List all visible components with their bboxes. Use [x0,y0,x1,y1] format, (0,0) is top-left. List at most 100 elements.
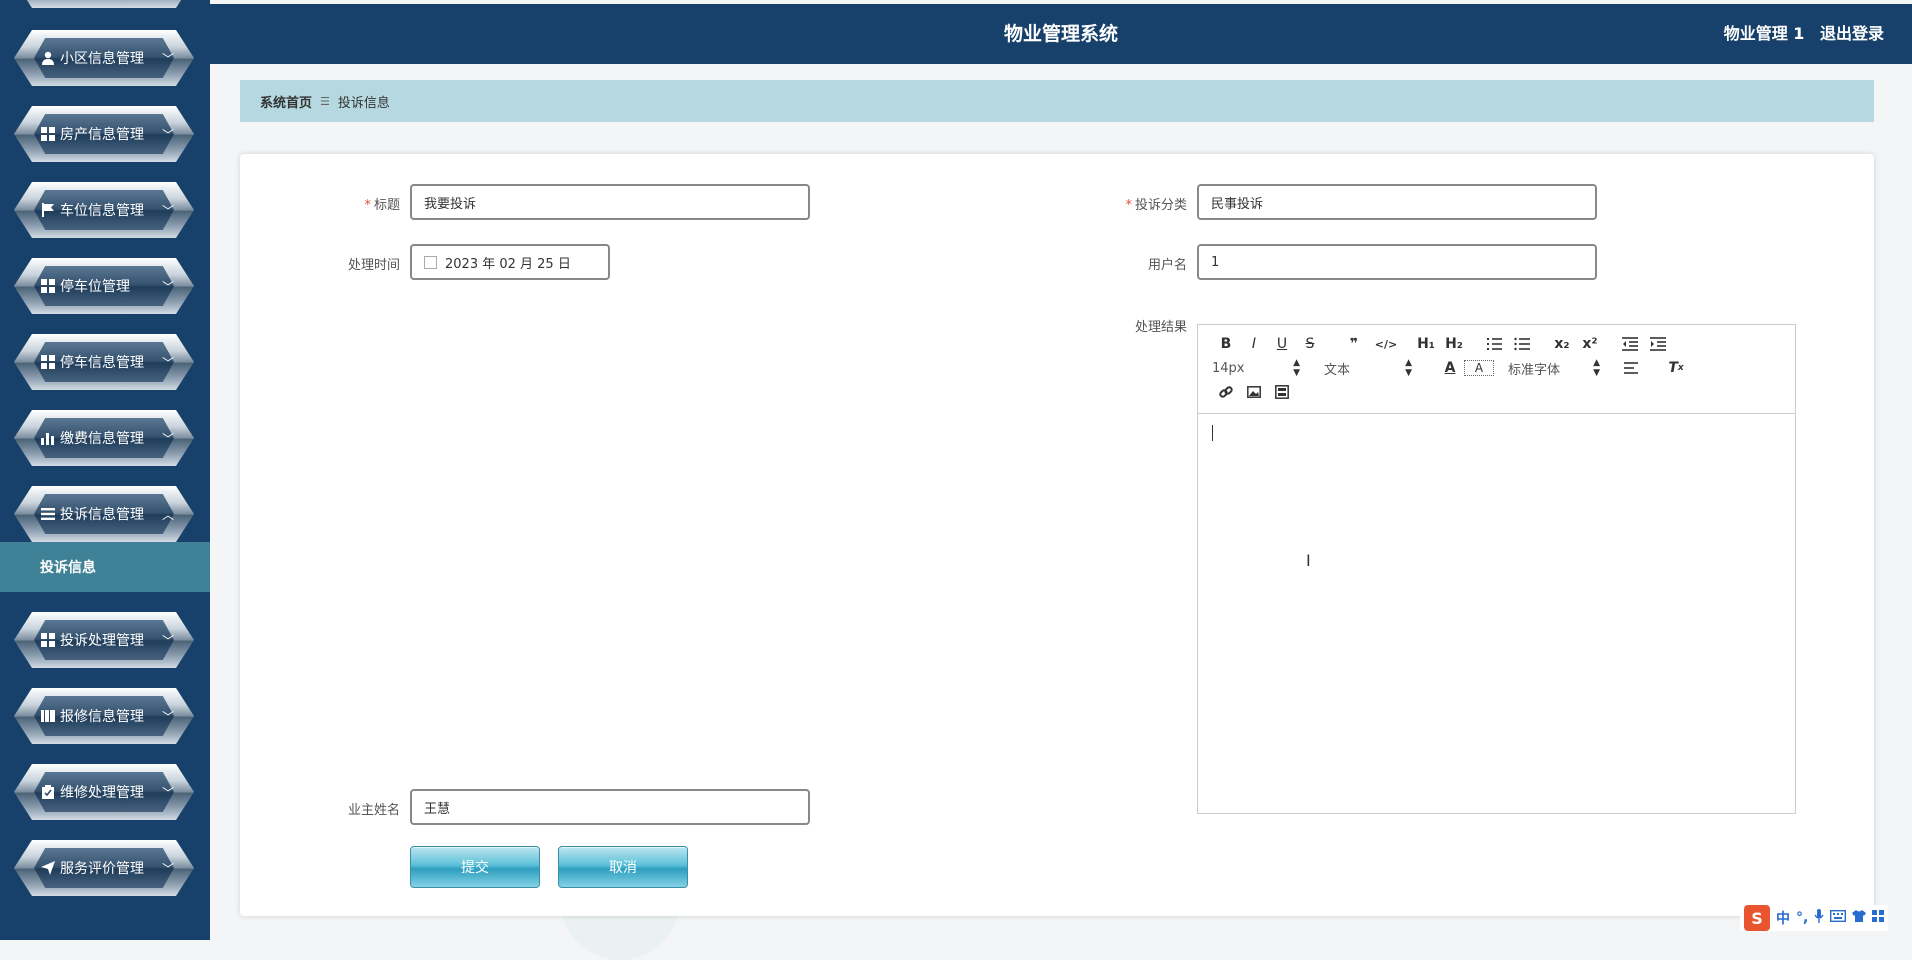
sidebar-item-5[interactable]: 缴费信息管理 ﹀ [14,410,194,466]
sidebar-item-label: 服务评价管理 [60,861,144,877]
subscript-icon[interactable]: x₂ [1548,333,1576,355]
chevron-icon: ﹀ [161,279,174,294]
superscript-icon[interactable]: x² [1576,333,1604,355]
font-family-value: 标准字体 [1508,362,1561,378]
keyboard-icon[interactable] [1830,909,1847,926]
microphone-icon[interactable] [1814,909,1824,927]
h2-icon[interactable]: H₂ [1440,333,1468,355]
image-icon[interactable] [1240,381,1268,403]
cancel-button[interactable]: 取消 [558,846,688,888]
menu-row: 停车信息管理 ﹀ [40,334,174,390]
ime-punct[interactable]: °, [1796,910,1808,926]
title-label: * 标题 [364,198,400,213]
sidebar-item-2[interactable]: 车位信息管理 ﹀ [14,182,194,238]
bar-chart-icon [40,430,56,446]
form-panel: * 标题 我要投诉 * 投诉分类 民事投诉 处理时间 2023 年 02 月 25 … [240,154,1874,916]
username-label: 物业管理 1 [1723,24,1805,43]
block-type-value: 文本 [1324,362,1351,378]
send-icon [40,860,56,876]
menu-row: 报修信息管理 ﹀ [40,688,174,744]
sidebar-item-6[interactable]: 投诉信息管理 ︿ [14,486,194,542]
indent-icon[interactable] [1644,333,1672,355]
submit-button[interactable]: 提交 [410,846,540,888]
h1-icon[interactable]: H₁ [1412,333,1440,355]
code-icon[interactable]: </> [1372,333,1400,355]
sogou-logo-icon[interactable]: S [1744,905,1770,931]
logout-link[interactable]: 退出登录 [1820,24,1884,43]
toolbar-row-2: 14px ▲ ▼ 文本 ▲ ▼ A A 标准字体 ▲ ▼ Tx [1212,357,1690,379]
breadcrumb: 系统首页 ☰ 投诉信息 [240,80,1874,122]
shirt-icon[interactable] [1852,910,1867,926]
select-arrow-icon: ▲ ▼ [1405,358,1412,378]
select-arrow-icon: ▲ ▼ [1593,358,1600,378]
menu-row: 投诉处理管理 ﹀ [40,612,174,668]
sidebar-item-partial [14,0,194,8]
block-type-select[interactable]: 文本 ▲ ▼ [1324,358,1412,378]
font-size-value: 14px [1212,360,1245,376]
sidebar-item-9[interactable]: 维修处理管理 ﹀ [14,764,194,820]
ime-mode[interactable]: 中 [1776,908,1790,928]
ordered-list-icon[interactable] [1480,333,1508,355]
bold-icon[interactable]: B [1212,333,1240,355]
italic-icon[interactable]: I [1240,333,1268,355]
editor-toolbar: B I U S ❞ </> H₁ H₂ x₂ x² 14px ▲ ▼ 文本 ▲ … [1198,325,1795,414]
owner-input-value: 王慧 [424,801,451,817]
sidebar-item-label: 停车信息管理 [60,355,144,371]
clear-format-icon[interactable]: Tx [1662,357,1690,379]
chevron-icon: ﹀ [161,51,174,66]
sidebar-item-4[interactable]: 停车信息管理 ﹀ [14,334,194,390]
sidebar-item-label: 投诉信息管理 [60,507,144,523]
menu-icon: ☰ [320,94,330,108]
flag-icon [40,202,56,218]
chevron-icon: ﹀ [161,127,174,142]
bullet-list-icon[interactable] [1508,333,1536,355]
sidebar-item-label: 维修处理管理 [60,785,144,801]
sidebar-item-3[interactable]: 停车位管理 ﹀ [14,258,194,314]
link-icon[interactable] [1212,381,1240,403]
chevron-icon: ﹀ [161,431,174,446]
underline-icon[interactable]: U [1268,333,1296,355]
book-icon [40,708,56,724]
title-input-value: 我要投诉 [424,196,477,212]
sidebar-item-label: 小区信息管理 [60,51,144,67]
clipboard-icon [40,784,56,800]
highlight-icon[interactable]: A [1464,360,1494,376]
category-input[interactable]: 民事投诉 [1197,184,1597,220]
video-icon[interactable] [1268,381,1296,403]
align-icon[interactable] [1618,357,1646,379]
title-input[interactable]: 我要投诉 [410,184,810,220]
grid-icon [40,632,56,648]
chevron-icon: ︿ [161,507,174,522]
strike-icon[interactable]: S [1296,333,1324,355]
font-color-icon[interactable]: A [1436,357,1464,379]
editor-content-area[interactable]: I [1198,413,1795,813]
app-title: 物业管理系统 [1003,23,1118,45]
owner-label: 业主姓名 [347,803,400,818]
font-family-select[interactable]: 标准字体 ▲ ▼ [1508,358,1600,378]
outdent-icon[interactable] [1616,333,1644,355]
chevron-icon: ﹀ [161,861,174,876]
sidebar-item-10[interactable]: 服务评价管理 ﹀ [14,840,194,896]
breadcrumb-home[interactable]: 系统首页 [260,92,312,111]
menu-row: 服务评价管理 ﹀ [40,840,174,896]
apps-grid-icon[interactable] [1872,910,1885,926]
username-input[interactable]: 1 [1197,244,1597,280]
chevron-icon: ﹀ [161,633,174,648]
blockquote-icon[interactable]: ❞ [1336,333,1372,355]
menu-row: 房产信息管理 ﹀ [40,106,174,162]
menu-row: 缴费信息管理 ﹀ [40,410,174,466]
sidebar-item-8[interactable]: 报修信息管理 ﹀ [14,688,194,744]
ime-toolbar: S 中 °, [1740,905,1889,931]
date-input[interactable]: 2023 年 02 月 25 日 [410,244,610,280]
sidebar-item-1[interactable]: 房产信息管理 ﹀ [14,106,194,162]
menu-row: 车位信息管理 ﹀ [40,182,174,238]
font-size-select[interactable]: 14px ▲ ▼ [1212,358,1300,378]
sidebar-item-7[interactable]: 投诉处理管理 ﹀ [14,612,194,668]
text-caret [1212,425,1213,441]
sidebar-item-0[interactable]: 小区信息管理 ﹀ [14,30,194,86]
category-label: * 投诉分类 [1125,198,1187,213]
grid-icon [40,278,56,294]
owner-input[interactable]: 王慧 [410,789,810,825]
sidebar-subitem-complaint-info[interactable]: 投诉信息 [0,542,210,592]
sidebar-item-label: 投诉处理管理 [60,633,144,649]
